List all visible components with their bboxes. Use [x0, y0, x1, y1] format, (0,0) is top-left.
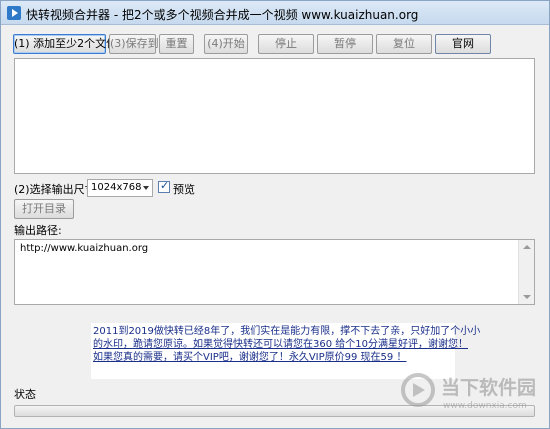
notice-line-3[interactable]: 如果您真的需要，请买个VIP吧，谢谢您了！永久VIP原价99 现在59 ！	[93, 351, 453, 364]
reset-button[interactable]: 重置	[159, 34, 194, 54]
pause-button[interactable]: 暂停	[317, 34, 373, 54]
save-to-button[interactable]: (3)保存到	[109, 34, 159, 54]
output-path-field[interactable]: http://www.kuaizhuan.org	[14, 239, 535, 305]
preview-checkbox[interactable]	[158, 179, 170, 193]
start-button[interactable]: (4)开始	[204, 34, 248, 54]
window-title: 快转视频合并器 - 把2个或多个视频合并成一个视频 www.kuaizhuan.…	[26, 8, 419, 22]
chevron-down-icon	[143, 186, 149, 190]
app-window: 快转视频合并器 - 把2个或多个视频合并成一个视频 www.kuaizhuan.…	[0, 0, 550, 429]
open-directory-button[interactable]: 打开目录	[14, 199, 74, 219]
title-bar: 快转视频合并器 - 把2个或多个视频合并成一个视频 www.kuaizhuan.…	[1, 1, 549, 25]
watermark-title: 当下软件园	[441, 377, 537, 399]
add-files-button[interactable]: (1) 添加至少2个文件	[13, 34, 117, 54]
watermark-logo-icon	[401, 373, 435, 407]
output-size-label: (2)选择输出尺寸	[14, 183, 96, 196]
watermark-url: www.downxia.com	[443, 401, 527, 411]
scroll-up-icon[interactable]	[523, 245, 531, 249]
stop-button[interactable]: 停止	[258, 34, 314, 54]
file-list[interactable]	[14, 58, 535, 174]
restore-button[interactable]: 复位	[376, 34, 432, 54]
scroll-down-icon[interactable]	[523, 295, 531, 299]
official-site-button[interactable]: 官网	[435, 34, 491, 54]
status-label: 状态	[14, 388, 36, 401]
output-path-scrollbar[interactable]	[518, 240, 534, 304]
notice-line-1: 2011到2019做快转已经8年了，我们实在是能力有限，撑不下去了亲，只好加了个…	[93, 326, 481, 337]
output-size-select[interactable]: 1024x768	[87, 179, 153, 197]
notice-line-2[interactable]: 的水印，跪请您原谅。如果觉得快转还可以请您在360 给个10分满星好评，谢谢您！	[93, 338, 468, 351]
watermark: 当下软件园 www.downxia.com	[401, 371, 541, 417]
app-logo-icon	[7, 6, 21, 20]
output-path-label: 输出路径:	[14, 224, 62, 237]
preview-label: 预览	[173, 183, 195, 196]
output-path-value: http://www.kuaizhuan.org	[20, 243, 149, 254]
output-size-value: 1024x768	[91, 182, 142, 193]
